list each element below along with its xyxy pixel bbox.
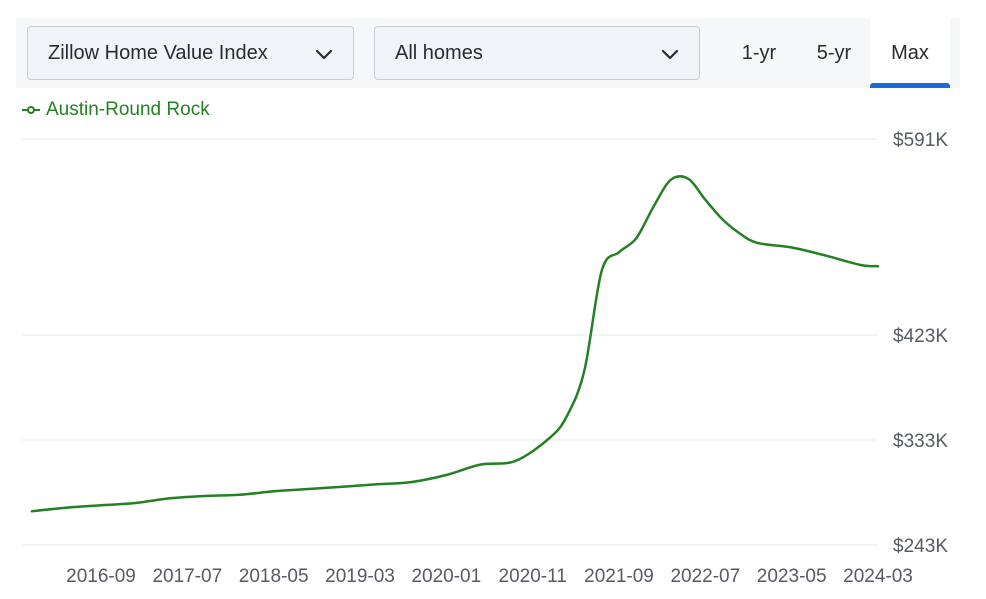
x-tick-label: 2022-07 xyxy=(670,566,740,587)
gridlines xyxy=(22,138,878,546)
y-axis-ticks: $591K $423K $333K $243K xyxy=(893,130,948,557)
y-tick-label: $333K xyxy=(893,431,948,452)
home-value-line-chart[interactable]: $591K $423K $333K $243K 2016-09 2017-07 2018-… xyxy=(0,0,986,599)
x-tick-label: 2017-07 xyxy=(152,566,222,587)
x-tick-label: 2024-03 xyxy=(843,566,913,587)
x-tick-label: 2019-03 xyxy=(325,566,395,587)
y-tick-label: $243K xyxy=(893,536,948,557)
series-line-0[interactable] xyxy=(30,175,880,513)
x-tick-label: 2018-05 xyxy=(239,566,309,587)
x-axis-ticks: 2016-09 2017-07 2018-05 2019-03 2020-01 2020-… xyxy=(66,566,913,587)
y-tick-label: $591K xyxy=(893,130,948,151)
x-tick-label: 2023-05 xyxy=(757,566,827,587)
x-tick-label: 2020-11 xyxy=(499,566,567,587)
series-layer xyxy=(30,175,880,513)
y-tick-label: $423K xyxy=(893,326,948,347)
x-tick-label: 2021-09 xyxy=(584,566,654,587)
x-tick-label: 2020-01 xyxy=(411,566,481,587)
x-tick-label: 2016-09 xyxy=(66,566,136,587)
